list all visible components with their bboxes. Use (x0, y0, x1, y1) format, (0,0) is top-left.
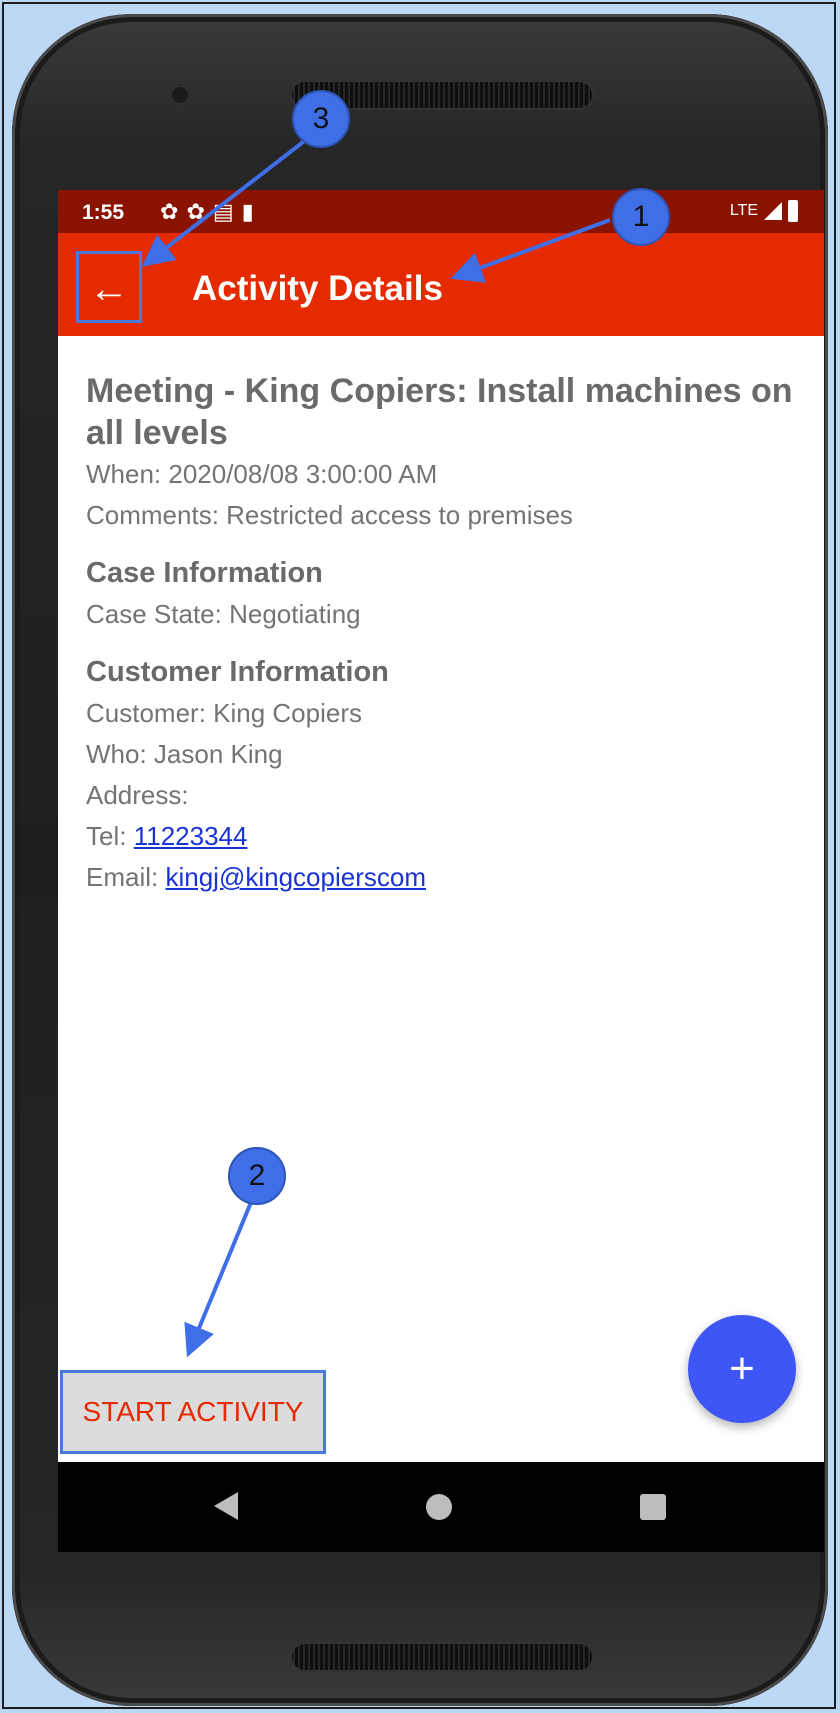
activity-comments: Comments: Restricted access to premises (86, 500, 573, 530)
customer-name: Customer: King Copiers (86, 698, 362, 728)
tel-label: Tel: (86, 821, 127, 851)
back-button[interactable]: ← (76, 251, 142, 323)
phone-device: 1:55 ✿✿▤▮ LTE ← Activity Details Meeting… (12, 14, 828, 1706)
signal-icon (764, 202, 782, 220)
plus-icon: + (729, 1344, 755, 1393)
tel-link[interactable]: 11223344 (134, 821, 248, 851)
customer-email: Email: kingj@kingcopierscom (86, 857, 806, 898)
status-bar: 1:55 ✿✿▤▮ LTE (58, 190, 824, 233)
email-link[interactable]: kingj@kingcopierscom (165, 862, 426, 892)
nav-home-icon[interactable] (426, 1494, 452, 1520)
status-right: LTE (730, 200, 798, 222)
annotation-badge-3: 3 (292, 90, 350, 148)
phone-screen: 1:55 ✿✿▤▮ LTE ← Activity Details Meeting… (58, 190, 824, 1552)
status-icons: ✿✿▤▮ (160, 199, 262, 225)
system-nav-bar (58, 1462, 824, 1552)
arrow-left-icon: ← (89, 267, 129, 311)
customer-info-heading: Customer Information (86, 656, 389, 688)
nav-back-icon[interactable] (214, 1492, 238, 1520)
page-title: Activity Details (192, 269, 443, 308)
start-activity-button[interactable]: START ACTIVITY (60, 1370, 326, 1454)
bottom-speaker (290, 1642, 594, 1672)
activity-title: Meeting - King Copiers: Install machines… (86, 372, 793, 452)
gear-icon: ✿ (160, 199, 187, 224)
sd-card-icon: ▮ (241, 199, 262, 224)
annotation-badge-1: 1 (612, 188, 670, 246)
customer-who: Who: Jason King (86, 739, 283, 769)
activity-when: When: 2020/08/08 3:00:00 AM (86, 459, 438, 489)
annotation-badge-2: 2 (228, 1147, 286, 1205)
add-fab-button[interactable]: + (688, 1315, 796, 1423)
gear-icon: ✿ (186, 199, 213, 224)
battery-icon (788, 200, 798, 222)
front-camera (169, 84, 191, 106)
customer-address: Address: (86, 780, 189, 810)
email-label: Email: (86, 862, 159, 892)
activity-details: Meeting - King Copiers: Install machines… (86, 370, 806, 898)
case-info-heading: Case Information (86, 557, 323, 589)
network-label: LTE (729, 202, 758, 219)
status-time: 1:55 (82, 201, 125, 224)
customer-tel: Tel: 11223344 (86, 816, 806, 857)
nav-recents-icon[interactable] (640, 1494, 666, 1520)
app-bar: ← Activity Details (58, 233, 824, 336)
case-state: Case State: Negotiating (86, 599, 361, 629)
sim-icon: ▤ (212, 199, 242, 224)
